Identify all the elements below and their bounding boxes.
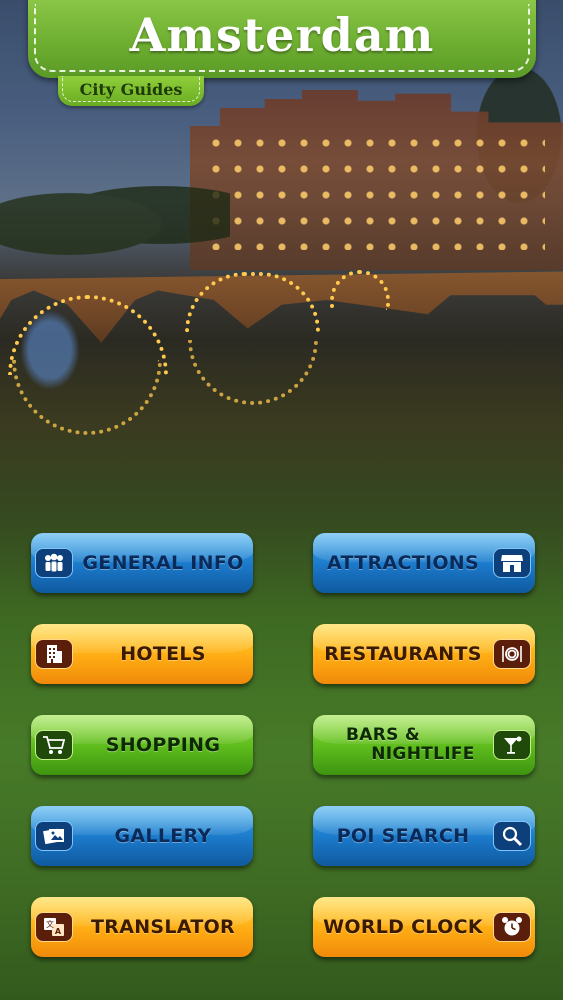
shopping-label: SHOPPING [105,734,221,756]
poi-search-label: POI SEARCH [336,825,470,847]
cocktail-icon [493,730,531,760]
attractions-button[interactable]: ATTRACTIONS [313,533,535,593]
poi-search-button[interactable]: POI SEARCH [313,806,535,866]
bars-nightlife-label-line2: NIGHTLIFE [371,744,475,764]
restaurants-button[interactable]: RESTAURANTS [313,624,535,684]
photos-icon [35,821,73,851]
translator-button[interactable]: 文A TRANSLATOR [31,897,253,957]
general-info-label: GENERAL INFO [82,552,244,574]
arch-reflection [188,340,318,405]
world-clock-label: WORLD CLOCK [323,916,483,938]
tree-silhouette [0,170,230,260]
gallery-label: GALLERY [114,825,212,847]
bars-nightlife-button[interactable]: BARS & NIGHTLIFE [313,715,535,775]
arch-reflection [12,360,162,435]
lit-windows [205,130,545,250]
storefront-icon [493,548,531,578]
attractions-label: ATTRACTIONS [327,552,479,574]
translate-icon: 文A [35,912,73,942]
hotel-building-icon [35,639,73,669]
shopping-cart-icon [35,730,73,760]
hotels-button[interactable]: HOTELS [31,624,253,684]
plate-cutlery-icon [493,639,531,669]
shopping-button[interactable]: SHOPPING [31,715,253,775]
app-subtitle: City Guides [79,80,183,99]
translator-label: TRANSLATOR [91,916,235,938]
people-icon [35,548,73,578]
bars-nightlife-label-line1: BARS & [346,725,420,745]
alarm-clock-icon [493,912,531,942]
svg-text:A: A [55,927,62,936]
svg-text:文: 文 [46,919,54,929]
magnifier-icon [493,821,531,851]
general-info-button[interactable]: GENERAL INFO [31,533,253,593]
bars-nightlife-label: BARS & NIGHTLIFE [313,726,493,764]
gallery-button[interactable]: GALLERY [31,806,253,866]
app-title: Amsterdam [129,8,435,62]
restaurants-label: RESTAURANTS [324,643,482,665]
hotels-label: HOTELS [120,643,206,665]
world-clock-button[interactable]: WORLD CLOCK [313,897,535,957]
